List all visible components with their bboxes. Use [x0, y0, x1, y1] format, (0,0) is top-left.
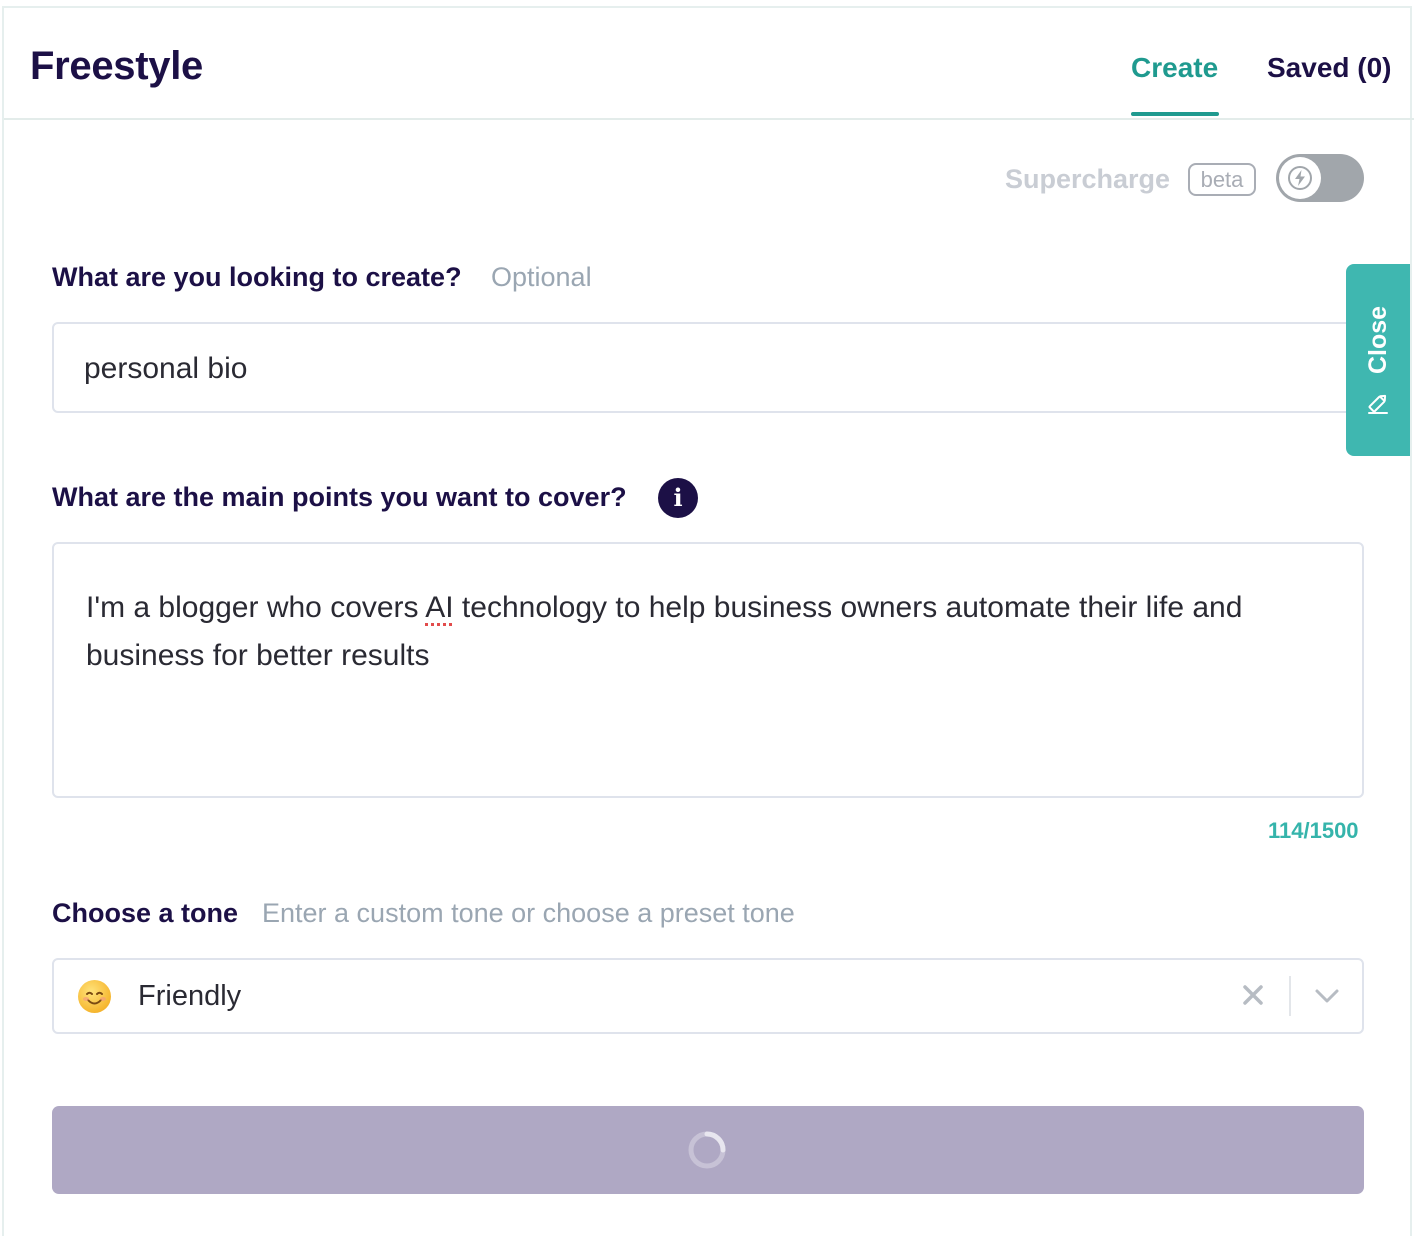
beta-badge: beta — [1188, 163, 1256, 196]
smiling-face-icon — [78, 980, 111, 1013]
info-icon[interactable]: i — [658, 478, 698, 518]
points-textarea[interactable]: I'm a blogger who covers AI technology t… — [52, 542, 1364, 798]
create-input[interactable]: personal bio — [52, 322, 1364, 413]
close-side-tab[interactable]: Close — [1346, 264, 1410, 456]
points-textarea-value: I'm a blogger who covers AI technology t… — [86, 584, 1316, 680]
toggle-knob — [1279, 157, 1321, 199]
create-optional-hint: Optional — [491, 262, 592, 292]
generate-button[interactable] — [52, 1106, 1364, 1194]
supercharge-toggle[interactable] — [1276, 154, 1364, 202]
spellcheck-flagged-word: AI — [425, 591, 454, 624]
points-text-prefix: I'm a blogger who covers — [86, 591, 426, 624]
tab-saved[interactable]: Saved (0) — [1267, 52, 1392, 84]
tone-label: Choose a tone — [52, 898, 239, 928]
chevron-down-icon[interactable] — [1312, 984, 1342, 1008]
active-tab-indicator — [1131, 112, 1219, 116]
loading-spinner-icon — [688, 1131, 726, 1169]
tab-create[interactable]: Create — [1131, 52, 1218, 84]
points-label: What are the main points you want to cov… — [52, 482, 627, 512]
character-counter: 114/1500 — [1268, 818, 1359, 843]
pencil-icon — [1368, 394, 1388, 414]
create-input-value: personal bio — [84, 352, 248, 385]
lightning-bolt-icon — [1288, 166, 1312, 190]
create-label: What are you looking to create? — [52, 262, 462, 292]
close-label: Close — [1364, 305, 1392, 374]
clear-icon[interactable] — [1238, 980, 1268, 1010]
select-separator — [1289, 976, 1291, 1016]
page-title: Freestyle — [30, 44, 203, 88]
tone-select[interactable]: Friendly — [52, 958, 1364, 1034]
header: Freestyle Create Saved (0) — [4, 8, 1414, 120]
tone-selected-value: Friendly — [138, 980, 242, 1012]
supercharge-label: Supercharge — [1005, 164, 1171, 194]
tone-hint: Enter a custom tone or choose a preset t… — [262, 898, 795, 928]
